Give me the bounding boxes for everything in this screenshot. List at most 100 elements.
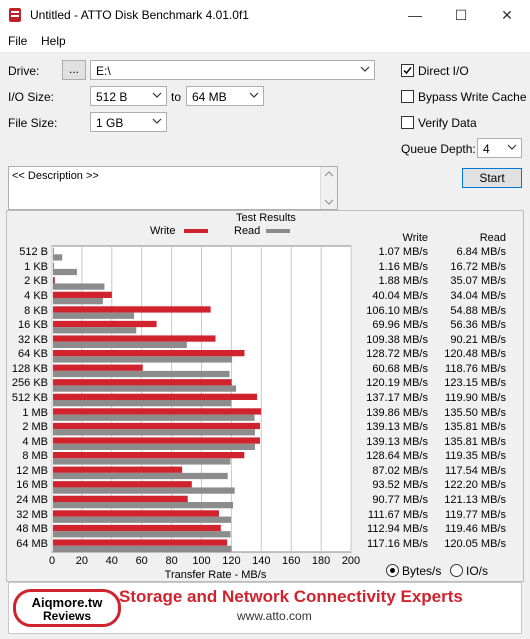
x-tick-label: 200: [342, 555, 360, 567]
row-size-label: 4 MB: [22, 435, 48, 448]
x-tick-label: 40: [106, 555, 118, 567]
bar-read: [53, 472, 228, 480]
bar-read: [53, 327, 137, 334]
bar-read: [53, 356, 233, 363]
x-axis-label: Transfer Rate - MB/s: [165, 569, 267, 581]
bar-write: [53, 495, 188, 502]
bar-read: [53, 487, 235, 494]
bar-read: [53, 312, 135, 319]
row-read-value: 54.88 MB/s: [450, 304, 506, 317]
bar-read: [53, 545, 232, 552]
row-size-label: 1 KB: [24, 260, 48, 273]
bar-write: [53, 364, 143, 371]
row-read-value: 90.21 MB/s: [450, 333, 506, 346]
x-tick-label: 140: [252, 555, 270, 567]
row-write-value: 139.13 MB/s: [366, 435, 428, 448]
bar-write: [53, 350, 245, 357]
row-size-label: 2 KB: [24, 275, 48, 288]
row-read-value: 120.05 MB/s: [444, 537, 506, 550]
banner-url: www.atto.com: [237, 609, 312, 623]
banner-tagline: Storage and Network Connectivity Experts: [119, 587, 463, 606]
bar-read: [53, 414, 255, 421]
x-tick-label: 120: [222, 555, 240, 567]
bar-write: [53, 262, 54, 269]
row-read-value: 119.35 MB/s: [445, 450, 506, 463]
row-write-value: 87.02 MB/s: [372, 464, 428, 477]
bar-read: [53, 400, 232, 407]
bar-write: [53, 510, 219, 517]
row-read-value: 119.77 MB/s: [445, 508, 506, 521]
row-write-value: 60.68 MB/s: [372, 362, 428, 375]
row-write-value: 139.13 MB/s: [366, 421, 428, 434]
bar-write: [53, 379, 232, 386]
x-tick-label: 180: [312, 555, 330, 567]
row-size-label: 8 MB: [22, 450, 48, 463]
bytes-per-second-label[interactable]: Bytes/s: [402, 564, 441, 578]
bar-write: [53, 248, 54, 255]
row-size-label: 24 MB: [16, 494, 48, 506]
bar-write: [53, 437, 260, 444]
row-read-value: 117.54 MB/s: [445, 464, 506, 477]
row-write-value: 128.72 MB/s: [366, 348, 428, 361]
row-size-label: 1 MB: [22, 406, 48, 419]
row-write-value: 1.88 MB/s: [378, 275, 428, 288]
row-write-value: 106.10 MB/s: [366, 304, 428, 317]
io-per-second-radio[interactable]: [450, 564, 463, 577]
row-write-value: 90.77 MB/s: [372, 494, 428, 506]
row-size-label: 32 MB: [16, 508, 48, 521]
bar-read: [53, 531, 231, 538]
row-write-value: 137.17 MB/s: [366, 392, 428, 404]
row-read-value: 120.48 MB/s: [444, 348, 506, 361]
row-size-label: 32 KB: [18, 333, 48, 346]
bar-write: [53, 277, 55, 284]
row-write-value: 128.64 MB/s: [366, 450, 428, 463]
row-write-value: 69.96 MB/s: [372, 319, 428, 332]
bar-write: [53, 539, 228, 546]
bar-read: [53, 370, 230, 378]
x-tick-label: 0: [49, 555, 55, 567]
bar-read: [53, 502, 234, 509]
row-read-value: 135.81 MB/s: [444, 421, 506, 434]
row-size-label: 12 MB: [16, 464, 48, 477]
bar-read: [53, 516, 232, 523]
row-write-value: 139.86 MB/s: [366, 406, 428, 419]
row-write-value: 1.07 MB/s: [378, 246, 428, 259]
bar-read: [53, 341, 187, 348]
row-write-value: 40.04 MB/s: [372, 290, 428, 302]
row-size-label: 48 MB: [16, 523, 48, 536]
atto-banner: Aiqmore.tw Reviews Storage and Network C…: [8, 582, 522, 634]
row-write-value: 93.52 MB/s: [372, 479, 428, 492]
row-size-label: 8 KB: [24, 304, 48, 317]
row-size-label: 512 B: [19, 246, 48, 259]
row-write-value: 109.38 MB/s: [366, 333, 428, 346]
row-read-value: 135.81 MB/s: [444, 435, 506, 448]
x-tick-label: 160: [282, 555, 300, 567]
bar-write: [53, 452, 245, 459]
row-write-value: 111.67 MB/s: [367, 508, 428, 521]
row-read-value: 6.84 MB/s: [456, 246, 506, 259]
row-size-label: 512 KB: [11, 392, 48, 404]
row-read-value: 119.46 MB/s: [445, 523, 506, 536]
bar-read: [53, 429, 256, 436]
bar-read: [53, 268, 77, 276]
row-write-value: 117.16 MB/s: [367, 537, 428, 550]
row-size-label: 64 KB: [18, 348, 48, 361]
bar-read: [53, 443, 256, 450]
row-size-label: 64 MB: [16, 537, 48, 550]
x-tick-label: 20: [76, 555, 88, 567]
row-read-value: 119.90 MB/s: [445, 392, 506, 404]
watermark-badge: Aiqmore.tw Reviews: [13, 589, 121, 627]
bytes-per-second-radio[interactable]: [386, 564, 399, 577]
row-write-value: 112.94 MB/s: [367, 523, 428, 536]
row-size-label: 16 MB: [16, 479, 48, 492]
io-per-second-label[interactable]: IO/s: [466, 564, 488, 578]
bar-read: [53, 385, 237, 392]
bar-write: [53, 408, 262, 415]
bar-read: [53, 458, 231, 465]
bar-write: [53, 291, 112, 298]
row-read-value: 122.20 MB/s: [444, 479, 506, 492]
bar-write: [53, 393, 258, 400]
row-size-label: 4 KB: [24, 290, 48, 302]
watermark-line2: Reviews: [42, 609, 92, 623]
bar-write: [53, 481, 192, 488]
